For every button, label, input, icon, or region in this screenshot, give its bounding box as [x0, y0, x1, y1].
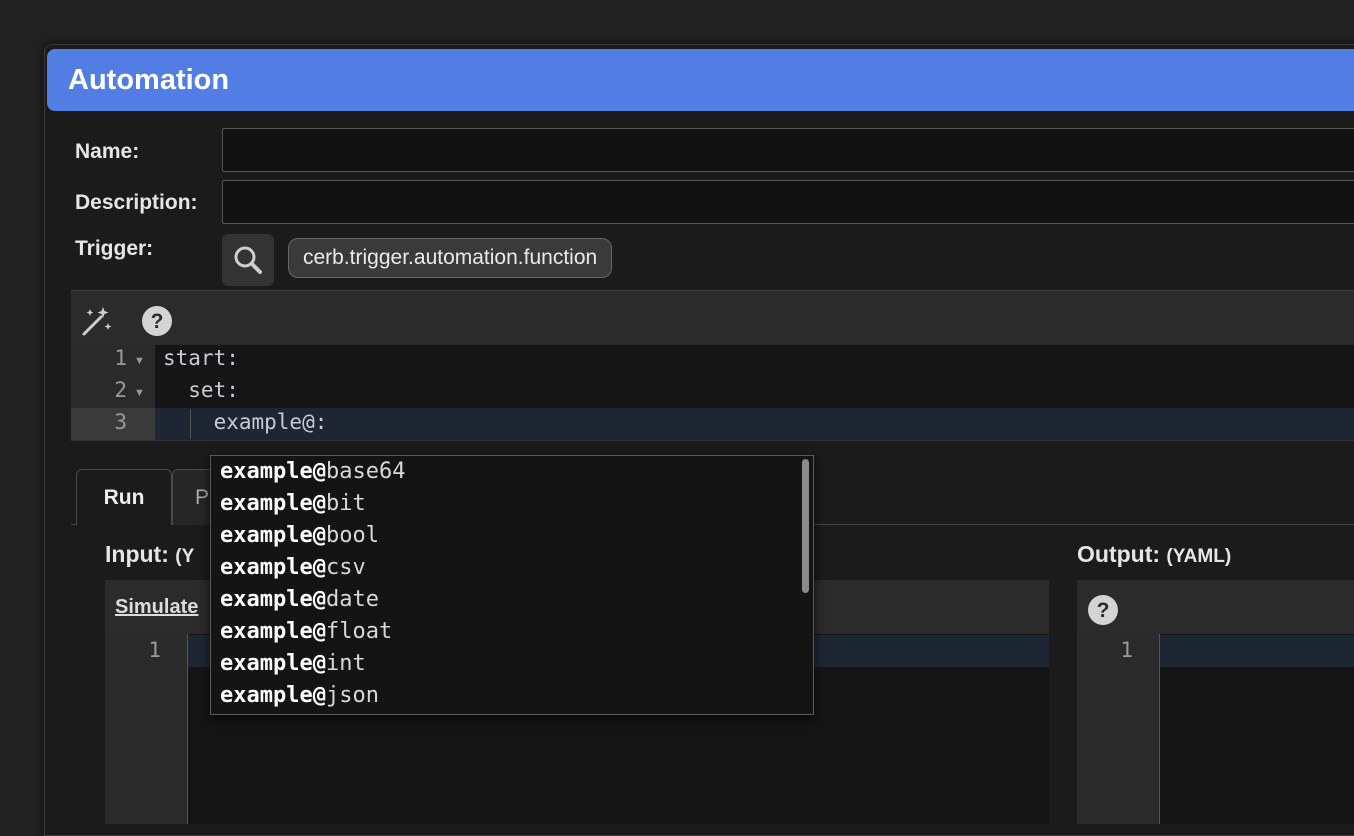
input-title-suffix: (Y	[175, 546, 195, 567]
name-input[interactable]	[222, 128, 1354, 172]
magic-wand-icon[interactable]	[81, 305, 113, 337]
input-editor-gutter	[105, 634, 188, 824]
input-panel-title: Input: (Y	[105, 541, 194, 568]
autocomplete-item[interactable]: example@float	[220, 616, 392, 648]
line-number: 1	[114, 346, 127, 370]
active-line-highlight	[155, 408, 1354, 440]
line-number: 1	[1120, 638, 1133, 662]
description-label: Description:	[75, 191, 198, 214]
fold-arrow-icon[interactable]: ▼	[134, 355, 145, 367]
simulate-link[interactable]: Simulate	[115, 596, 198, 619]
code-line: set:	[163, 378, 239, 402]
line-number: 3	[114, 410, 127, 434]
code-line: start:	[163, 346, 239, 370]
name-label: Name:	[75, 140, 140, 163]
autocomplete-item[interactable]: example@base64	[220, 456, 405, 488]
trigger-label: Trigger:	[75, 237, 154, 260]
trigger-value-chip[interactable]: cerb.trigger.automation.function	[288, 238, 613, 278]
output-active-line	[1160, 635, 1354, 667]
output-panel-title: Output: (YAML)	[1077, 541, 1231, 568]
help-icon[interactable]: ?	[141, 305, 173, 337]
input-title-text: Input:	[105, 541, 169, 567]
search-icon	[234, 246, 262, 274]
autocomplete-item[interactable]: example@csv	[220, 552, 366, 584]
autocomplete-item[interactable]: example@date	[220, 584, 379, 616]
editor-toolbar: ?	[71, 290, 1354, 345]
output-panel-toolbar: ?	[1077, 580, 1354, 634]
autocomplete-item[interactable]: example@bit	[220, 488, 366, 520]
autocomplete-item[interactable]: example@json	[220, 680, 379, 712]
autocomplete-scrollbar[interactable]	[802, 459, 809, 593]
trigger-search-button[interactable]	[222, 234, 274, 286]
svg-text:?: ?	[151, 310, 164, 333]
output-editor-gutter	[1077, 634, 1160, 824]
code-line: example@:	[163, 410, 328, 434]
dialog-title: Automation	[68, 64, 230, 96]
svg-text:?: ?	[1097, 599, 1110, 622]
autocomplete-popup[interactable]: example@base64 example@bit example@bool …	[210, 455, 814, 715]
help-icon[interactable]: ?	[1087, 594, 1119, 626]
line-number: 2	[114, 378, 127, 402]
output-title-suffix: (YAML)	[1166, 546, 1232, 567]
tab-run[interactable]: Run	[76, 469, 172, 525]
dialog-title-bar[interactable]	[47, 49, 1354, 111]
fold-arrow-icon[interactable]: ▼	[134, 387, 145, 399]
autocomplete-item[interactable]: example@bool	[220, 520, 379, 552]
description-input[interactable]	[222, 180, 1354, 224]
output-title-text: Output:	[1077, 541, 1161, 567]
line-number: 1	[148, 638, 161, 662]
autocomplete-item[interactable]: example@int	[220, 648, 366, 680]
